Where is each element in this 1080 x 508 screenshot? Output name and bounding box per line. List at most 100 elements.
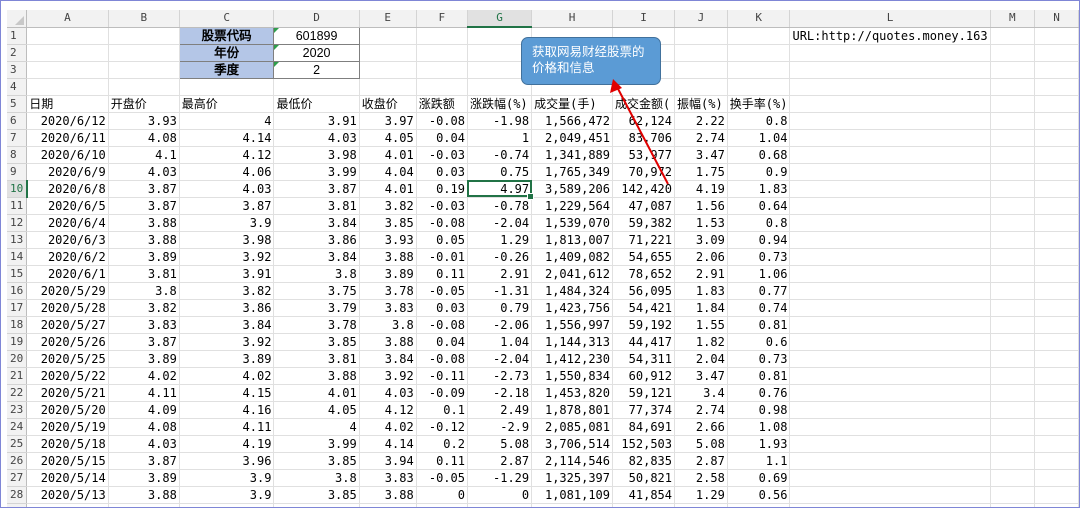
- row-header[interactable]: 28: [7, 486, 28, 504]
- data-cell[interactable]: 0: [467, 486, 533, 504]
- row-header[interactable]: 14: [7, 248, 28, 266]
- data-cell[interactable]: 3.83: [359, 469, 417, 487]
- data-cell[interactable]: 0.9: [727, 163, 791, 181]
- data-cell[interactable]: 2.74: [674, 129, 728, 147]
- data-cell[interactable]: 2.04: [674, 350, 728, 368]
- cell-m4[interactable]: [990, 78, 1036, 96]
- cell-l5[interactable]: [789, 95, 991, 113]
- data-cell[interactable]: 77,374: [612, 401, 675, 419]
- date-cell[interactable]: 2020/5/22: [26, 367, 109, 385]
- cell-n29[interactable]: [1034, 503, 1079, 507]
- table-header-cell[interactable]: 换手率(%): [727, 95, 791, 113]
- cell-m13[interactable]: [990, 231, 1036, 249]
- data-cell[interactable]: 3.47: [674, 146, 728, 164]
- cell-b2[interactable]: [108, 44, 180, 62]
- data-cell[interactable]: -0.74: [467, 146, 533, 164]
- row-header[interactable]: 1: [7, 27, 28, 45]
- url-note-cell[interactable]: URL:http://quotes.money.163: [789, 27, 991, 45]
- cell-n18[interactable]: [1034, 316, 1079, 334]
- row-header[interactable]: 21: [7, 367, 28, 385]
- data-cell[interactable]: 3.92: [359, 367, 417, 385]
- cell-b1[interactable]: [108, 27, 180, 45]
- data-cell[interactable]: 62,124: [612, 112, 675, 130]
- cell-c4[interactable]: [179, 78, 275, 96]
- cell-m20[interactable]: [990, 350, 1036, 368]
- data-cell[interactable]: 3.97: [359, 112, 417, 130]
- data-cell[interactable]: 3.89: [108, 248, 180, 266]
- data-cell[interactable]: 41,854: [612, 486, 675, 504]
- date-cell[interactable]: 2020/6/12: [26, 112, 109, 130]
- cell-n13[interactable]: [1034, 231, 1079, 249]
- cell-m15[interactable]: [990, 265, 1036, 283]
- data-cell[interactable]: -0.05: [416, 282, 468, 300]
- cell-m26[interactable]: [990, 452, 1036, 470]
- cell-j3[interactable]: [674, 61, 728, 79]
- data-cell[interactable]: 3.78: [273, 316, 360, 334]
- data-cell[interactable]: 0.1: [416, 401, 468, 419]
- cell-n9[interactable]: [1034, 163, 1079, 181]
- cell-m2[interactable]: [990, 44, 1036, 62]
- data-cell[interactable]: 1,423,756: [531, 299, 613, 317]
- data-cell[interactable]: 0.75: [467, 163, 533, 181]
- data-cell[interactable]: 1,453,820: [531, 384, 613, 402]
- date-cell[interactable]: 2020/6/9: [26, 163, 109, 181]
- data-cell[interactable]: 1,412,230: [531, 350, 613, 368]
- cell-l4[interactable]: [789, 78, 991, 96]
- cell-n26[interactable]: [1034, 452, 1079, 470]
- data-cell[interactable]: 3.47: [674, 367, 728, 385]
- cell-n25[interactable]: [1034, 435, 1079, 453]
- data-cell[interactable]: 3.96: [179, 452, 275, 470]
- data-cell[interactable]: 1,813,007: [531, 231, 613, 249]
- date-cell[interactable]: 2020/5/21: [26, 384, 109, 402]
- date-cell[interactable]: 2020/5/25: [26, 350, 109, 368]
- table-header-cell[interactable]: 涨跌幅(%): [467, 95, 533, 113]
- date-cell[interactable]: 2020/5/27: [26, 316, 109, 334]
- data-cell[interactable]: 3.87: [179, 197, 275, 215]
- column-header-m[interactable]: M: [990, 10, 1036, 28]
- row-header[interactable]: 15: [7, 265, 28, 283]
- cell-m8[interactable]: [990, 146, 1036, 164]
- data-cell[interactable]: -0.05: [416, 469, 468, 487]
- date-cell[interactable]: 2020/6/3: [26, 231, 109, 249]
- row-header[interactable]: 2: [7, 44, 28, 62]
- data-cell[interactable]: 54,655: [612, 248, 675, 266]
- data-cell[interactable]: 1,566,472: [531, 112, 613, 130]
- column-header-i[interactable]: I: [612, 10, 675, 28]
- data-cell[interactable]: -1.29: [467, 469, 533, 487]
- data-cell[interactable]: 2.49: [467, 401, 533, 419]
- data-cell[interactable]: 3.87: [108, 197, 180, 215]
- data-cell[interactable]: 0.79: [467, 299, 533, 317]
- param-input-cell[interactable]: 2020: [273, 43, 360, 62]
- data-cell[interactable]: 3.75: [273, 282, 360, 300]
- cell-m3[interactable]: [990, 61, 1036, 79]
- data-cell[interactable]: 0.56: [727, 486, 791, 504]
- date-cell[interactable]: 2020/6/11: [26, 129, 109, 147]
- data-cell[interactable]: 3.84: [273, 214, 360, 232]
- data-cell[interactable]: 2.58: [674, 469, 728, 487]
- data-cell[interactable]: 4.03: [108, 163, 180, 181]
- row-header[interactable]: 16: [7, 282, 28, 300]
- data-cell[interactable]: 3.98: [179, 231, 275, 249]
- data-cell[interactable]: 1.08: [727, 418, 791, 436]
- data-cell[interactable]: 2,085,081: [531, 418, 613, 436]
- column-header-d[interactable]: D: [273, 10, 360, 28]
- data-cell[interactable]: 3.88: [108, 231, 180, 249]
- data-cell[interactable]: -1.77: [467, 503, 533, 507]
- data-cell[interactable]: 3.87: [108, 333, 180, 351]
- data-cell[interactable]: 4.16: [179, 401, 275, 419]
- data-cell[interactable]: 142,420: [612, 180, 675, 198]
- cell-n12[interactable]: [1034, 214, 1079, 232]
- data-cell[interactable]: 2.66: [674, 418, 728, 436]
- data-cell[interactable]: 54,421: [612, 299, 675, 317]
- table-header-cell[interactable]: 日期: [26, 95, 109, 113]
- data-cell[interactable]: -2.73: [467, 367, 533, 385]
- cell-m21[interactable]: [990, 367, 1036, 385]
- data-cell[interactable]: 4.19: [674, 180, 728, 198]
- row-header[interactable]: 27: [7, 469, 28, 487]
- data-cell[interactable]: 3.78: [359, 282, 417, 300]
- cell-m17[interactable]: [990, 299, 1036, 317]
- data-cell[interactable]: 3.82: [179, 282, 275, 300]
- data-cell[interactable]: 3.88: [273, 367, 360, 385]
- table-header-cell[interactable]: 涨跌额: [416, 95, 468, 113]
- cell-k3[interactable]: [727, 61, 791, 79]
